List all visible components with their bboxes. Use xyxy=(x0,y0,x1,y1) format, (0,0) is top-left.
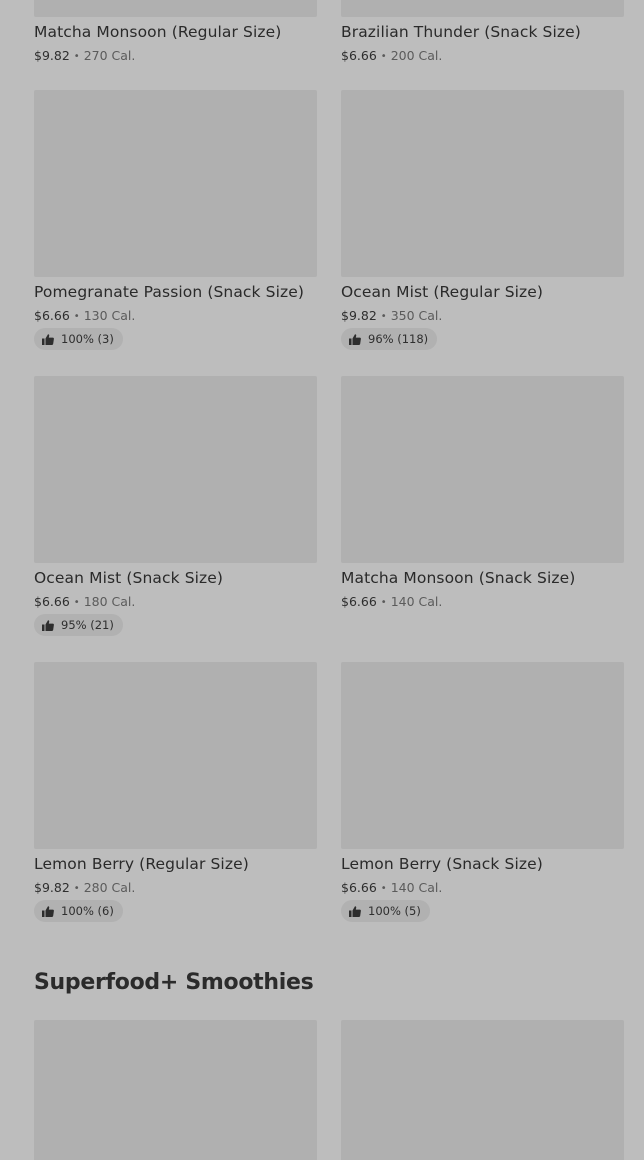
menu-item-card[interactable]: Matcha Monsoon (Regular Size) $9.82 • 270 … xyxy=(34,0,317,63)
menu-item-card[interactable]: Brazilian Thunder (Snack Size) $6.66 • 200… xyxy=(341,0,624,63)
rating-text: 100% (5) xyxy=(368,904,421,918)
separator-dot: • xyxy=(380,51,387,62)
menu-item-price: $6.66 xyxy=(341,48,377,63)
menu-item-card[interactable]: Lemon Berry (Snack Size) $6.66 • 140 Cal. … xyxy=(341,662,624,922)
rating-badge: 100% (3) xyxy=(34,328,123,350)
menu-item-meta: $6.66 • 200 Cal. xyxy=(341,48,442,63)
menu-item-name: Ocean Mist (Snack Size) xyxy=(34,569,224,587)
menu-item-calories: 140 Cal. xyxy=(390,880,443,895)
menu-item-name: Lemon Berry (Snack Size) xyxy=(341,855,543,873)
rating-text: 95% (21) xyxy=(61,618,114,632)
menu-item-calories: 350 Cal. xyxy=(390,308,443,323)
menu-item-card[interactable]: Lemon Berry (Regular Size) $9.82 • 280 Cal… xyxy=(34,662,317,922)
menu-item-calories: 180 Cal. xyxy=(83,594,136,609)
menu-item-card[interactable]: Matcha Monsoon (Snack Size) $6.66 • 140 Ca… xyxy=(341,376,624,609)
rating-text: 100% (3) xyxy=(61,332,114,346)
menu-item-meta: $9.82 • 270 Cal. xyxy=(34,48,135,63)
menu-item-meta: $9.82 • 350 Cal. xyxy=(341,308,442,323)
menu-item-card[interactable]: Ocean Mist (Regular Size) $9.82 • 350 Cal.… xyxy=(341,90,624,350)
menu-item-name: Ocean Mist (Regular Size) xyxy=(341,283,544,301)
menu-item-name: Matcha Monsoon (Regular Size) xyxy=(34,23,282,41)
menu-item-price: $9.82 xyxy=(34,880,70,895)
menu-item-name: Pomegranate Passion (Snack Size) xyxy=(34,283,305,301)
menu-item-price: $9.82 xyxy=(34,48,70,63)
separator-dot: • xyxy=(73,311,80,322)
menu-item-image xyxy=(341,0,624,17)
menu-item-image xyxy=(34,90,317,277)
menu-item-image xyxy=(34,0,317,17)
separator-dot: • xyxy=(380,883,387,894)
menu-item-price: $9.82 xyxy=(341,308,377,323)
menu-item-price: $6.66 xyxy=(34,594,70,609)
thumbs-up-icon xyxy=(349,333,361,345)
menu-item-meta: $6.66 • 140 Cal. xyxy=(341,594,442,609)
menu-item-meta: $6.66 • 130 Cal. xyxy=(34,308,135,323)
menu-item-name: Lemon Berry (Regular Size) xyxy=(34,855,249,873)
rating-badge: 100% (6) xyxy=(34,900,123,922)
menu-item-meta: $6.66 • 140 Cal. xyxy=(341,880,442,895)
separator-dot: • xyxy=(380,311,387,322)
thumbs-up-icon xyxy=(349,905,361,917)
menu-item-meta: $6.66 • 180 Cal. xyxy=(34,594,135,609)
rating-text: 96% (118) xyxy=(368,332,429,346)
menu-item-price: $6.66 xyxy=(341,594,377,609)
thumbs-up-icon xyxy=(42,333,54,345)
menu-item-card[interactable] xyxy=(34,1020,317,1160)
separator-dot: • xyxy=(73,597,80,608)
menu-item-price: $6.66 xyxy=(341,880,377,895)
menu-item-image xyxy=(341,376,624,563)
menu-item-card[interactable]: Pomegranate Passion (Snack Size) $6.66 • 1… xyxy=(34,90,317,350)
menu-item-price: $6.66 xyxy=(34,308,70,323)
menu-item-calories: 200 Cal. xyxy=(390,48,443,63)
menu-item-image xyxy=(34,1020,317,1160)
rating-badge: 95% (21) xyxy=(34,614,123,636)
menu-item-meta: $9.82 • 280 Cal. xyxy=(34,880,135,895)
rating-text: 100% (6) xyxy=(61,904,114,918)
separator-dot: • xyxy=(73,51,80,62)
menu-item-card[interactable] xyxy=(341,1020,624,1160)
menu-item-image xyxy=(341,662,624,849)
rating-badge: 96% (118) xyxy=(341,328,438,350)
menu-item-name: Matcha Monsoon (Snack Size) xyxy=(341,569,576,587)
menu-item-calories: 280 Cal. xyxy=(83,880,136,895)
menu-item-calories: 270 Cal. xyxy=(83,48,136,63)
rating-badge: 100% (5) xyxy=(341,900,430,922)
section-title: Superfood+ Smoothies xyxy=(34,970,314,995)
menu-item-calories: 130 Cal. xyxy=(83,308,136,323)
separator-dot: • xyxy=(380,597,387,608)
separator-dot: • xyxy=(73,883,80,894)
thumbs-up-icon xyxy=(42,905,54,917)
menu-item-card[interactable]: Ocean Mist (Snack Size) $6.66 • 180 Cal. 9… xyxy=(34,376,317,636)
menu-item-image xyxy=(341,1020,624,1160)
menu-item-image xyxy=(34,376,317,563)
thumbs-up-icon xyxy=(42,619,54,631)
menu-item-image xyxy=(341,90,624,277)
menu-item-calories: 140 Cal. xyxy=(390,594,443,609)
menu-item-image xyxy=(34,662,317,849)
menu-item-name: Brazilian Thunder (Snack Size) xyxy=(341,23,581,41)
